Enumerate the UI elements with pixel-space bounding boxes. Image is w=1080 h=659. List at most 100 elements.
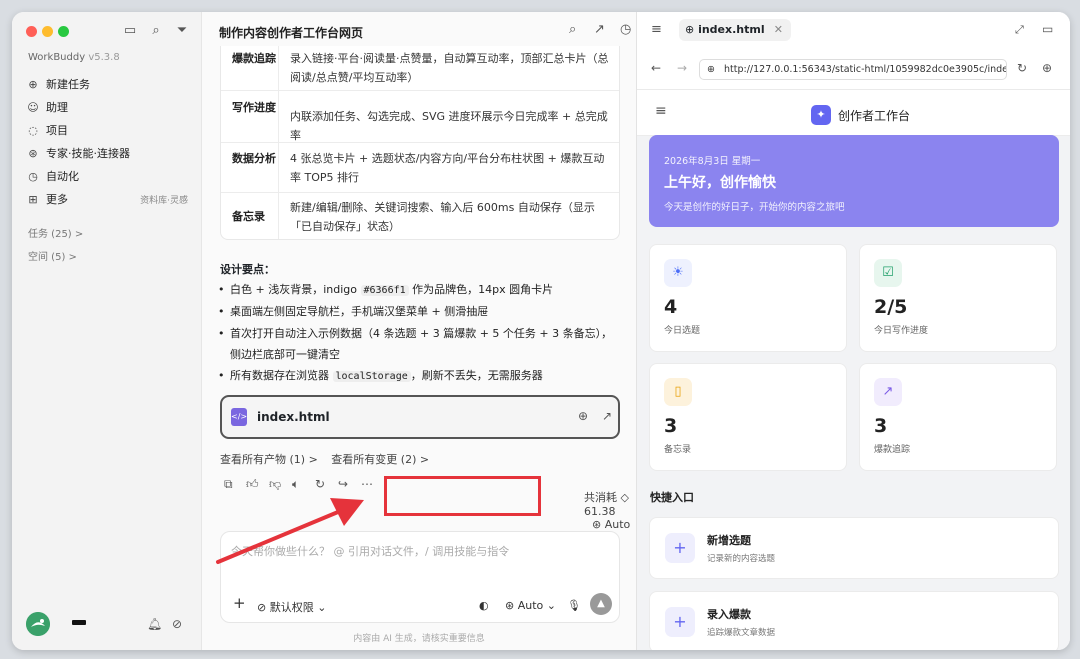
chat-title: 制作内容创作者工作台网页 — [219, 26, 364, 40]
regenerate-icon[interactable]: ↻ — [315, 477, 325, 491]
auto-icon: ⊛ — [592, 518, 602, 531]
chat-panel: 制作内容创作者工作台网页 ⌕ ↗ ◷ 爆款追踪 录入链接·平台·阅读量·点赞量，… — [202, 12, 636, 650]
globe-icon[interactable]: ⊕ — [578, 409, 588, 423]
model-dropdown[interactable]: ⊛ Auto ⌄ — [505, 599, 556, 612]
thumbs-up-icon[interactable]: 👍︎ — [246, 477, 259, 492]
trend-icon: ↗ — [874, 378, 902, 406]
stat-card-viral[interactable]: ↗ 3 爆款追踪 — [859, 363, 1057, 471]
share-icon[interactable]: ↗ — [594, 22, 605, 37]
url-field[interactable]: ⊕ http://127.0.0.1:56343/static-html/1059… — [699, 59, 1007, 80]
plus-icon: + — [665, 607, 695, 637]
sidebar-toggle-icon[interactable]: ▭ — [122, 23, 138, 39]
chat-input[interactable]: 今天帮你做些什么？ @ 引用对话文件，/ 调用技能与指令 + ⊘ 默认权限 ⌄ … — [220, 531, 620, 623]
sidebar-item-more[interactable]: ⊞ 更多 资料库·灵感 — [26, 191, 188, 207]
address-bar: ← → ⊕ http://127.0.0.1:56343/static-html/… — [637, 50, 1070, 90]
checkbox-icon: ☑ — [874, 259, 902, 287]
document-icon: ▯ — [664, 378, 692, 406]
compass-icon[interactable]: ⊘ — [172, 617, 182, 631]
file-card[interactable]: </> index.html ⊕ ↗ — [220, 395, 620, 439]
sparkle-logo-icon: ✦ — [811, 105, 831, 125]
sidebar-item-automation[interactable]: ◷ 自动化 — [26, 168, 188, 184]
stat-card-writing[interactable]: ☑ 2/5 今日写作进度 — [859, 244, 1057, 352]
assistant-icon: ☺ — [27, 100, 39, 114]
close-window-button[interactable] — [26, 26, 37, 37]
automation-icon: ◷ — [28, 169, 38, 183]
add-icon[interactable]: + — [233, 594, 246, 612]
history-icon[interactable]: ◷ — [620, 22, 631, 37]
view-artifacts-link[interactable]: 查看所有产物 (1) > — [220, 453, 318, 466]
preview-tabbar: ≡ ⊕ index.html ✕ ⤢ ▭ — [637, 12, 1070, 50]
menu-icon[interactable]: ≡ — [651, 22, 662, 37]
list-item: 所有数据存在浏览器 localStorage，刷新不丢失，无需服务器 — [218, 365, 620, 387]
plus-circle-icon: ⊕ — [28, 77, 38, 91]
share-icon[interactable]: ↪ — [338, 477, 348, 491]
table-row: 备忘录 新建/编辑/删除、关键词搜索、输入后 600ms 自动保存（显示「已自动… — [221, 193, 619, 239]
bell-icon[interactable]: 🔔︎ — [147, 617, 162, 631]
app-version: WorkBuddy v5.3.8 — [28, 52, 120, 63]
avatar[interactable] — [26, 612, 50, 636]
back-icon[interactable]: ← — [651, 61, 661, 75]
quick-add-topic[interactable]: + 新增选题 记录新的内容选题 — [649, 517, 1059, 579]
sidebar-item-projects[interactable]: ◌ 项目 — [26, 122, 188, 138]
microphone-icon[interactable]: 🎙︎ — [567, 599, 581, 612]
view-changes-link[interactable]: 查看所有变更 (2) > — [331, 453, 429, 466]
preview-panel: ≡ ⊕ index.html ✕ ⤢ ▭ ← → ⊕ http://127.0.0.… — [636, 12, 1070, 650]
sidebar-item-assistant[interactable]: ☺ 助理 — [26, 99, 188, 115]
more-icon[interactable]: ⋯ — [361, 477, 373, 491]
site-title: 创作者工作台 — [838, 109, 911, 123]
search-icon[interactable]: ⌕ — [569, 22, 576, 37]
user-name-redacted — [72, 620, 86, 625]
tab-index-html[interactable]: ⊕ index.html ✕ — [679, 19, 791, 41]
loading-icon: ◐ — [479, 599, 489, 612]
quick-heading: 快捷入口 — [650, 491, 694, 504]
code-file-icon: </> — [231, 408, 247, 426]
expert-icon: ⊛ — [28, 146, 38, 160]
sidebar-group-spaces[interactable]: 空间 (5) > — [28, 248, 77, 263]
list-item: 白色 + 浅灰背景，indigo #6366f1 作为品牌色，14px 圆角卡片 — [218, 279, 620, 301]
quick-add-viral[interactable]: + 录入爆款 追踪爆款文章数据 — [649, 591, 1059, 650]
table-row: 爆款追踪 录入链接·平台·阅读量·点赞量，自动算互动率，顶部汇总卡片（总阅读/总… — [221, 46, 619, 91]
maximize-window-button[interactable] — [58, 26, 69, 37]
feature-table: 爆款追踪 录入链接·平台·阅读量·点赞量，自动算互动率，顶部汇总卡片（总阅读/总… — [220, 46, 620, 240]
more-grid-icon: ⊞ — [28, 192, 38, 206]
greeting-banner: 2026年8月3日 星期一 上午好，创作愉快 今天是创作的好日子，开始你的内容之… — [649, 135, 1059, 227]
minimize-window-button[interactable] — [42, 26, 53, 37]
filter-icon[interactable]: ⏷ — [174, 23, 190, 39]
search-icon[interactable]: ⌕ — [148, 23, 164, 39]
disclaimer: 内容由 AI 生成，请核实重要信息 — [353, 634, 485, 644]
table-row: 数据分析 4 张总览卡片 + 选题状态/内容方向/平台分布柱状图 + 爆款互动率… — [221, 143, 619, 193]
globe-icon: ⊕ — [685, 23, 695, 36]
permission-dropdown[interactable]: ⊘ 默认权限 ⌄ — [257, 599, 326, 615]
list-item: 桌面端左侧固定导航栏，手机端汉堡菜单 + 侧滑抽屉 — [218, 301, 620, 322]
copy-icon[interactable]: ⧉ — [224, 477, 233, 492]
stat-card-memos[interactable]: ▯ 3 备忘录 — [649, 363, 847, 471]
list-item: 首次打开自动注入示例数据（4 条选题 + 3 篇爆款 + 5 个任务 + 3 条… — [218, 323, 620, 365]
expand-icon[interactable]: ⤢ — [1015, 23, 1024, 37]
sidebar-group-tasks[interactable]: 任务 (25) > — [28, 225, 83, 240]
app-window: ▭ ⌕ ⏷ WorkBuddy v5.3.8 ⊕ 新建任务 ☺ 助理 ◌ 项目 ⊛ 专家… — [12, 12, 1070, 650]
thumbs-down-icon[interactable]: 👎︎ — [269, 477, 281, 492]
sidebar-item-experts[interactable]: ⊛ 专家·技能·连接器 — [26, 145, 188, 161]
globe-icon[interactable]: ⊕ — [1042, 61, 1052, 75]
forward-icon[interactable]: → — [677, 61, 687, 75]
open-external-icon[interactable]: ↗ — [602, 409, 612, 423]
site-header: ≡ ✦ 创作者工作台 — [637, 90, 1070, 136]
globe-icon: ⊕ — [707, 64, 715, 75]
sidebar: ▭ ⌕ ⏷ WorkBuddy v5.3.8 ⊕ 新建任务 ☺ 助理 ◌ 项目 ⊛ 专家… — [12, 12, 202, 650]
hamburger-icon[interactable]: ≡ — [655, 103, 667, 119]
stat-card-topics[interactable]: ☀ 4 今日选题 — [649, 244, 847, 352]
reload-icon[interactable]: ↻ — [1017, 61, 1027, 75]
panel-toggle-icon[interactable]: ▭ — [1042, 22, 1053, 36]
table-row: 写作进度 内联添加任务、勾选完成、SVG 进度环展示今日完成率 + 总完成率 — [221, 91, 619, 143]
sidebar-item-new-task[interactable]: ⊕ 新建任务 — [26, 76, 188, 92]
chat-input-placeholder: 今天帮你做些什么？ @ 引用对话文件，/ 调用技能与指令 — [231, 545, 510, 558]
send-button[interactable]: ▲ — [590, 593, 612, 615]
lightbulb-icon: ☀ — [664, 259, 692, 287]
speaker-icon[interactable]: 🔈︎ — [292, 477, 299, 492]
design-heading: 设计要点： — [220, 263, 275, 276]
project-icon: ◌ — [28, 123, 38, 137]
artifact-links: 查看所有产物 (1) > 查看所有变更 (2) > — [220, 451, 429, 467]
cost-info: 共消耗 ◇ 61.38 ⊛ Auto — [584, 491, 631, 531]
close-tab-icon[interactable]: ✕ — [774, 19, 783, 41]
plus-icon: + — [665, 533, 695, 563]
